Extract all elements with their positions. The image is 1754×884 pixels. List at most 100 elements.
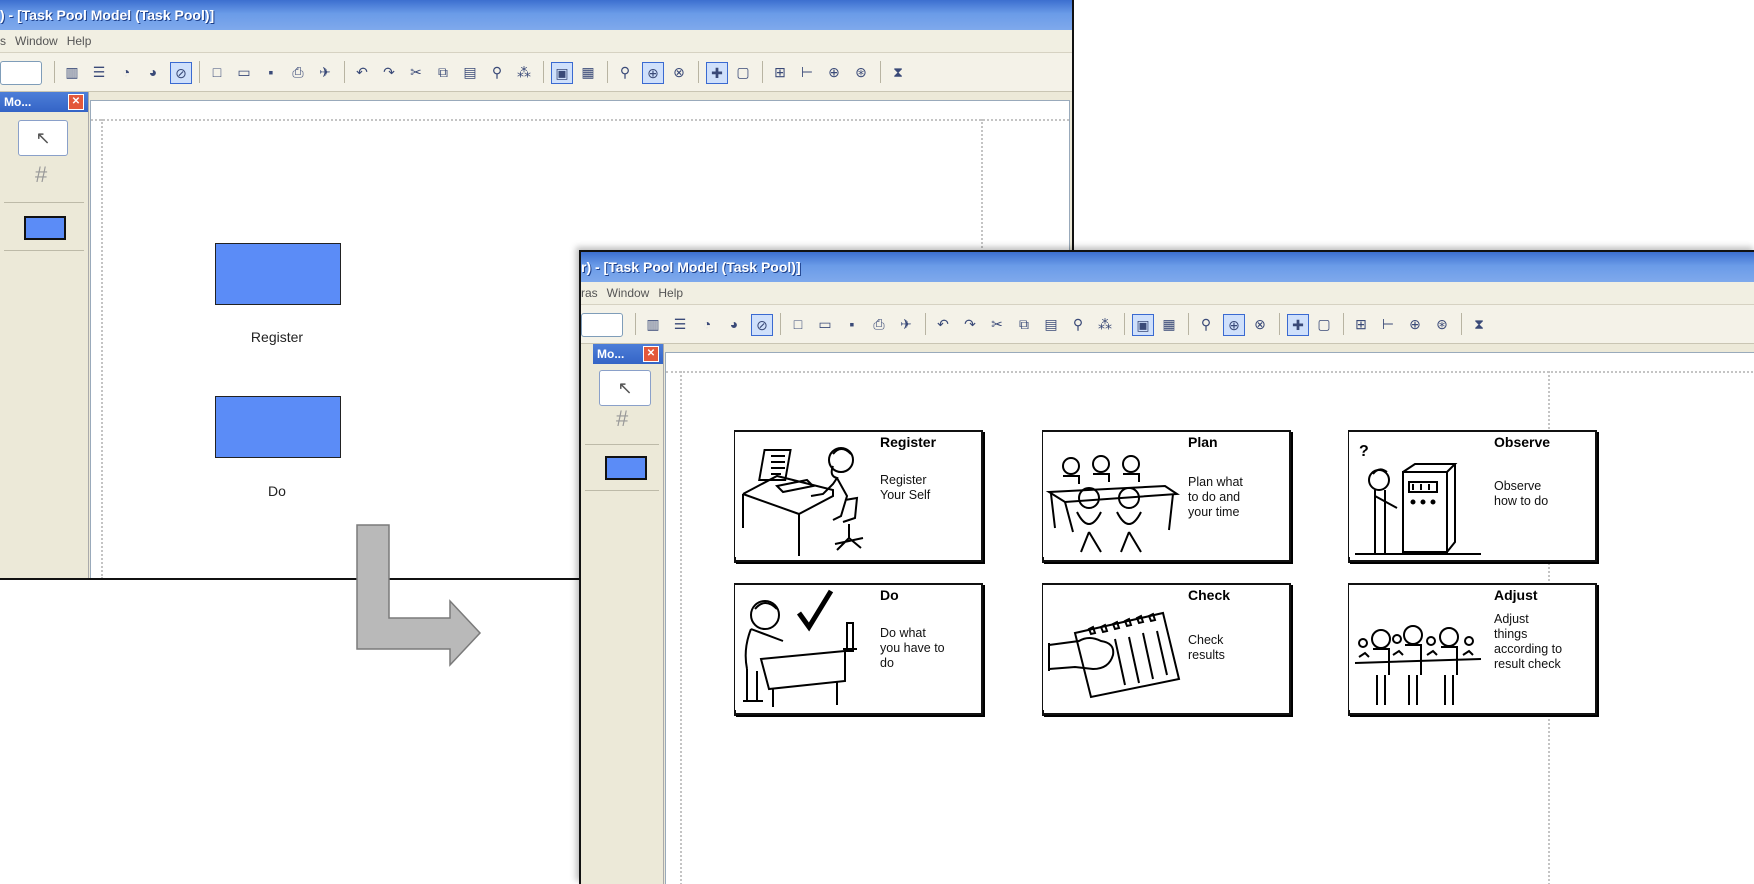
task-shape-tool-button[interactable] bbox=[605, 456, 647, 480]
view-icon[interactable]: ▣ bbox=[551, 62, 573, 84]
redo-icon[interactable]: ↷ bbox=[960, 314, 980, 334]
task-label-do: Do bbox=[268, 483, 286, 499]
validate-icon[interactable]: ⊘ bbox=[751, 314, 773, 336]
database-icon[interactable]: ▥ bbox=[62, 62, 82, 82]
grid-view-icon[interactable]: ▦ bbox=[578, 62, 598, 82]
zoom-icon[interactable]: ⚲ bbox=[615, 62, 635, 82]
paste-icon[interactable]: ▤ bbox=[1041, 314, 1061, 334]
task-label-register: Register bbox=[250, 329, 304, 345]
center-icon[interactable]: ✚ bbox=[1287, 314, 1309, 336]
task-card-check[interactable]: Check Check results bbox=[1042, 583, 1291, 716]
cut-icon[interactable]: ✂ bbox=[987, 314, 1007, 334]
simulate-icon[interactable]: ⧗ bbox=[1469, 314, 1489, 334]
properties-icon[interactable]: ☰ bbox=[89, 62, 109, 82]
save-icon[interactable]: ▪ bbox=[842, 314, 862, 334]
palette-header: Mo... ✕ bbox=[593, 344, 663, 364]
toolbar-separator bbox=[880, 61, 881, 83]
window-title-bar[interactable]: r) - [Task Pool Model (Task Pool)] bbox=[581, 252, 1754, 282]
toolbar-separator bbox=[1461, 313, 1462, 335]
menu-item-tools[interactable]: ras bbox=[581, 286, 598, 300]
open-folder-icon[interactable]: ▭ bbox=[234, 62, 254, 82]
new-file-icon[interactable]: □ bbox=[788, 314, 808, 334]
zoom-select-icon[interactable]: ⊗ bbox=[1250, 314, 1270, 334]
task-card-plan[interactable]: Plan Plan what to do and your time bbox=[1042, 430, 1291, 563]
frame-icon[interactable]: ▢ bbox=[733, 62, 753, 82]
person-at-computer-icon bbox=[742, 447, 864, 556]
zoom-icon[interactable]: ⚲ bbox=[1196, 314, 1216, 334]
send-icon[interactable]: ✈ bbox=[896, 314, 916, 334]
save-icon[interactable]: ▪ bbox=[261, 62, 281, 82]
cursor-icon: ↖ bbox=[617, 377, 633, 398]
undo-icon[interactable]: ↶ bbox=[933, 314, 953, 334]
transition-arrow-icon bbox=[356, 524, 482, 667]
menu-item-window[interactable]: Window bbox=[607, 286, 650, 300]
properties-icon[interactable]: ☰ bbox=[670, 314, 690, 334]
zoom-fit-icon[interactable]: ⊕ bbox=[642, 62, 664, 84]
layout-icon[interactable]: ⊞ bbox=[1351, 314, 1371, 334]
zoom-fit-icon[interactable]: ⊕ bbox=[1223, 314, 1245, 336]
replace-icon[interactable]: ⁂ bbox=[1095, 314, 1115, 334]
align-icon[interactable]: ⊢ bbox=[797, 62, 817, 82]
task-card-do[interactable]: Do Do what you have to do bbox=[734, 583, 983, 716]
grid-tool-icon[interactable]: # bbox=[616, 406, 628, 432]
undo-icon[interactable]: ↶ bbox=[352, 62, 372, 82]
window-title: r) - [Task Pool Model (Task Pool)] bbox=[581, 259, 801, 275]
pointer-tool-button[interactable]: ↖ bbox=[599, 370, 651, 406]
card-description: Plan what to do and your time bbox=[1188, 475, 1243, 519]
print-icon[interactable]: ⎙ bbox=[288, 62, 308, 82]
toolbar-separator bbox=[1343, 313, 1344, 335]
menu-item-window[interactable]: Window bbox=[15, 34, 58, 48]
database-icon[interactable]: ▥ bbox=[643, 314, 663, 334]
svg-text:?: ? bbox=[1359, 443, 1369, 460]
center-icon[interactable]: ✚ bbox=[706, 62, 728, 84]
task-shape-tool-button[interactable] bbox=[24, 216, 66, 240]
model-selector-combo[interactable] bbox=[0, 61, 42, 85]
spread-icon[interactable]: ⊛ bbox=[1432, 314, 1452, 334]
task-card-register[interactable]: Register Register Your Self bbox=[734, 430, 983, 563]
window-title-bar[interactable]: ) - [Task Pool Model (Task Pool)] bbox=[0, 0, 1072, 30]
menu-item-help[interactable]: Help bbox=[67, 34, 92, 48]
menu-item-tools[interactable]: s bbox=[0, 34, 6, 48]
circle-half-icon[interactable]: ◕ bbox=[143, 62, 163, 82]
close-icon[interactable]: ✕ bbox=[643, 346, 659, 362]
model-canvas[interactable]: Register Register Your Self Plan Plan wha… bbox=[665, 352, 1754, 884]
print-icon[interactable]: ⎙ bbox=[869, 314, 889, 334]
zoom-select-icon[interactable]: ⊗ bbox=[669, 62, 689, 82]
grid-tool-icon[interactable]: # bbox=[35, 162, 47, 188]
paste-icon[interactable]: ▤ bbox=[460, 62, 480, 82]
frame-icon[interactable]: ▢ bbox=[1314, 314, 1334, 334]
task-card-adjust[interactable]: Adjust Adjust things according to result ch… bbox=[1348, 583, 1597, 716]
circle-icon[interactable]: ◔ bbox=[697, 314, 717, 334]
validate-icon[interactable]: ⊘ bbox=[170, 62, 192, 84]
circle-half-icon[interactable]: ◕ bbox=[724, 314, 744, 334]
send-icon[interactable]: ✈ bbox=[315, 62, 335, 82]
task-node-register[interactable] bbox=[215, 243, 341, 305]
pointer-tool-button[interactable]: ↖ bbox=[18, 120, 68, 156]
model-selector-combo[interactable] bbox=[581, 313, 623, 337]
redo-icon[interactable]: ↷ bbox=[379, 62, 399, 82]
find-icon[interactable]: ⚲ bbox=[1068, 314, 1088, 334]
palette-title: Mo... bbox=[4, 95, 32, 109]
cut-icon[interactable]: ✂ bbox=[406, 62, 426, 82]
task-card-observe[interactable]: ? Observe Observe how to do bbox=[1348, 430, 1597, 563]
distribute-icon[interactable]: ⊕ bbox=[824, 62, 844, 82]
find-icon[interactable]: ⚲ bbox=[487, 62, 507, 82]
replace-icon[interactable]: ⁂ bbox=[514, 62, 534, 82]
view-icon[interactable]: ▣ bbox=[1132, 314, 1154, 336]
toolbar-separator bbox=[607, 61, 608, 83]
grid-view-icon[interactable]: ▦ bbox=[1159, 314, 1179, 334]
menu-item-help[interactable]: Help bbox=[658, 286, 683, 300]
align-icon[interactable]: ⊢ bbox=[1378, 314, 1398, 334]
task-node-do[interactable] bbox=[215, 396, 341, 458]
copy-icon[interactable]: ⧉ bbox=[433, 62, 453, 82]
copy-icon[interactable]: ⧉ bbox=[1014, 314, 1034, 334]
circle-icon[interactable]: ◔ bbox=[116, 62, 136, 82]
distribute-icon[interactable]: ⊕ bbox=[1405, 314, 1425, 334]
simulate-icon[interactable]: ⧗ bbox=[888, 62, 908, 82]
layout-icon[interactable]: ⊞ bbox=[770, 62, 790, 82]
close-icon[interactable]: ✕ bbox=[68, 94, 84, 110]
spread-icon[interactable]: ⊛ bbox=[851, 62, 871, 82]
person-at-machine-icon: ? bbox=[1355, 443, 1481, 555]
open-folder-icon[interactable]: ▭ bbox=[815, 314, 835, 334]
new-file-icon[interactable]: □ bbox=[207, 62, 227, 82]
